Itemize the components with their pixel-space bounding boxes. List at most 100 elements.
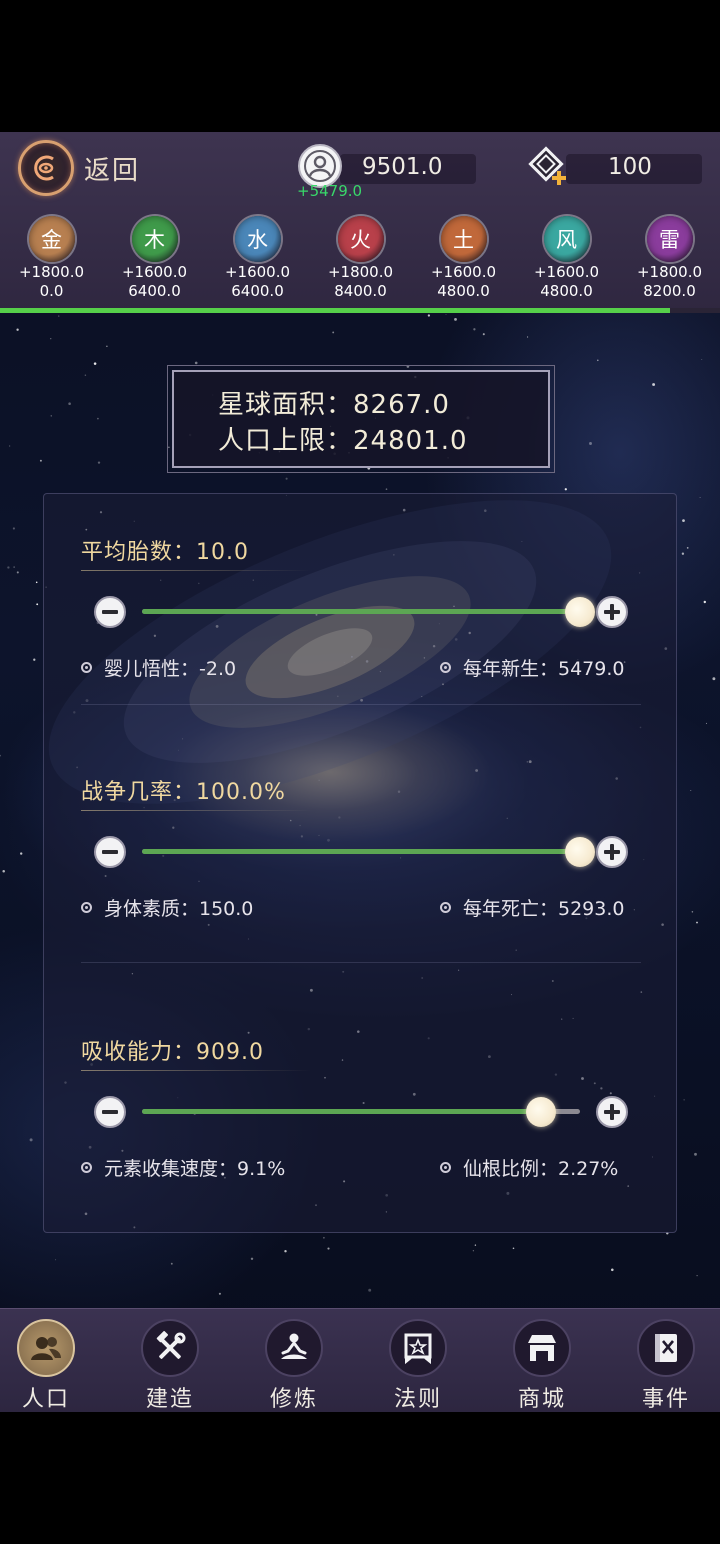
planet-area: 星球面积：8267.0 (218, 390, 450, 420)
star (368, 1288, 372, 1292)
star (454, 318, 457, 321)
star (696, 921, 698, 924)
left-stat: 元素收集速度：9.1% (81, 1154, 285, 1181)
star (332, 331, 335, 334)
population-value: 9501.0 (362, 154, 443, 180)
slider-title: 吸收能力：909.0 (81, 1040, 264, 1065)
element-orb-icon: 金 (28, 216, 75, 262)
star (597, 359, 599, 362)
nav-tab-shop[interactable]: 商城 (487, 1309, 597, 1413)
element-orb-icon: 风 (543, 216, 590, 262)
nav-tab-event-book[interactable]: 事件 (611, 1309, 720, 1413)
element-total: 6400.0 (128, 282, 181, 300)
star (20, 852, 23, 855)
element-orb-icon: 火 (337, 216, 384, 262)
star (611, 1268, 614, 1272)
nav-tab-law-banner[interactable]: 法则 (363, 1309, 473, 1413)
star (681, 552, 685, 555)
star (473, 328, 476, 331)
star (694, 1152, 697, 1156)
bullet-icon (81, 1162, 92, 1173)
absorption-slider[interactable] (94, 1094, 628, 1130)
star (703, 600, 706, 604)
slider-thumb[interactable] (565, 597, 595, 627)
slider-track[interactable] (142, 1097, 580, 1127)
plus-button[interactable] (596, 1096, 628, 1128)
plus-button[interactable] (596, 836, 628, 868)
left-stat: 身体素质：150.0 (81, 894, 253, 921)
war-chance-slider[interactable] (94, 834, 628, 870)
section-divider (81, 962, 641, 963)
star (13, 566, 15, 568)
element-rate: +1800.0 (636, 263, 703, 281)
slider-track[interactable] (142, 597, 595, 627)
slider-title: 平均胎数：10.0 (81, 540, 249, 565)
population-cap: 人口上限：24801.0 (218, 426, 468, 456)
star (686, 547, 689, 549)
slider-section-litter-size: 平均胎数：10.0 婴儿悟性：-2.0 每年新生：5479.0 (44, 534, 678, 704)
left-stat: 婴儿悟性：-2.0 (81, 654, 236, 681)
event-book-icon (637, 1319, 695, 1377)
element-total: 8400.0 (334, 282, 387, 300)
nav-tab-meditation[interactable]: 修炼 (239, 1309, 349, 1413)
screen: 返回 9501.0 +5479.0 100 金 +1800.0 0.0 木 +1600.… (0, 0, 720, 1544)
star (691, 911, 694, 913)
growth-progress-bar (0, 308, 720, 313)
title-underline (81, 1070, 311, 1071)
star (385, 488, 388, 490)
star (84, 374, 87, 376)
slider-thumb[interactable] (565, 837, 595, 867)
star (35, 581, 38, 584)
nav-label: 法则 (393, 1387, 442, 1412)
slider-thumb[interactable] (525, 1097, 556, 1127)
element-orb-icon: 雷 (646, 216, 693, 262)
star (512, 1247, 515, 1250)
star (445, 314, 447, 315)
star (194, 361, 198, 365)
star (712, 677, 716, 681)
star (527, 336, 529, 338)
star (699, 496, 701, 499)
star (7, 566, 10, 569)
star (50, 415, 52, 417)
nav-label: 商城 (517, 1387, 566, 1412)
nav-tab-tools[interactable]: 建造 (115, 1309, 225, 1413)
bullet-icon (81, 902, 92, 913)
star (474, 1244, 477, 1246)
nav-label: 建造 (145, 1387, 194, 1412)
growth-progress-fill (0, 308, 670, 313)
minus-button[interactable] (94, 596, 126, 628)
gem-plus-icon[interactable] (526, 144, 570, 188)
element-resource: 木 +1600.0 6400.0 (103, 216, 206, 308)
star (93, 362, 97, 365)
minus-button[interactable] (94, 836, 126, 868)
star (564, 488, 567, 491)
slider-section-absorption: 吸收能力：909.0 元素收集速度：9.1% 仙根比例：2.27% (44, 1034, 678, 1204)
stat-text: 每年新生：5479.0 (463, 658, 625, 680)
element-total: 4800.0 (540, 282, 593, 300)
nav-tab-people[interactable]: 人口 (0, 1309, 101, 1413)
slider-title: 战争几率：100.0% (81, 780, 286, 805)
slider-track[interactable] (142, 837, 595, 867)
star (701, 358, 703, 361)
stat-text: 仙根比例：2.27% (463, 1158, 619, 1180)
section-divider (81, 704, 641, 705)
star (168, 446, 170, 449)
element-total: 8200.0 (643, 282, 696, 300)
star (2, 869, 5, 873)
minus-button[interactable] (94, 1096, 126, 1128)
element-resource: 水 +1600.0 6400.0 (206, 216, 309, 308)
element-orb-icon: 土 (440, 216, 487, 262)
star (284, 1250, 287, 1253)
litter-size-slider[interactable] (94, 594, 628, 630)
stat-text: 身体素质：150.0 (104, 898, 254, 920)
stat-text: 每年死亡：5293.0 (463, 898, 625, 920)
star (482, 333, 485, 336)
star (55, 1259, 57, 1261)
plus-button[interactable] (596, 596, 628, 628)
element-rate: +1800.0 (18, 263, 85, 281)
back-button[interactable]: 返回 (18, 138, 158, 198)
element-resource: 雷 +1800.0 8200.0 (618, 216, 720, 308)
element-orb-icon: 水 (234, 216, 281, 262)
tools-icon (141, 1319, 199, 1377)
